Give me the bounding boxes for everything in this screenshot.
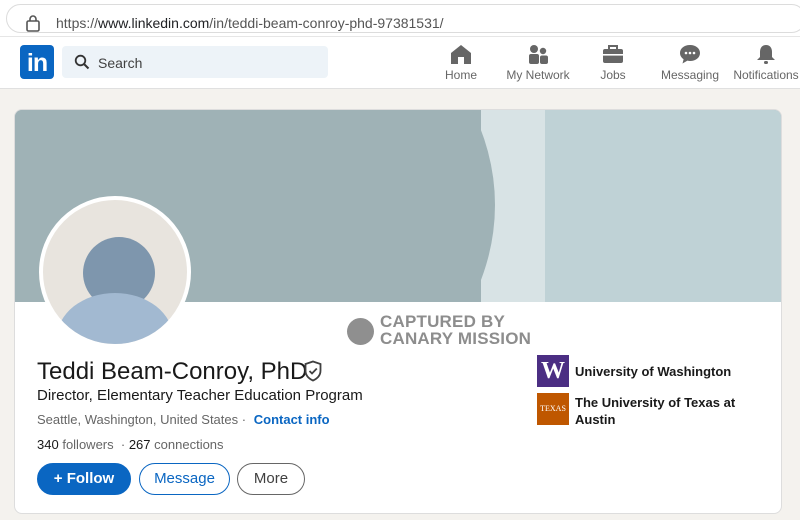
nav-jobs-label: Jobs: [600, 68, 626, 82]
connections-label: connections: [154, 437, 224, 452]
linkedin-logo[interactable]: in: [20, 45, 54, 79]
stats-separator: ·: [120, 437, 126, 452]
bell-icon: [757, 45, 775, 64]
follow-button[interactable]: + Follow: [37, 463, 131, 495]
watermark-text: CAPTURED BY CANARY MISSION: [380, 313, 531, 347]
browser-url-bar: https://www.linkedin.com/in/teddi-beam-c…: [0, 0, 800, 37]
profile-location: Seattle, Washington, United States: [37, 412, 239, 427]
connections-count: 267: [128, 437, 151, 452]
location-separator: ·: [241, 412, 247, 427]
ut-logo: TEXAS: [537, 393, 569, 425]
contact-info-link[interactable]: Contact info: [254, 412, 330, 427]
education-name: The University of Texas at Austin: [575, 395, 736, 427]
verified-shield-icon[interactable]: [303, 360, 323, 382]
nav-notifications[interactable]: Notifications: [733, 43, 799, 85]
watermark-line-1: CAPTURED BY: [380, 312, 505, 331]
nav-messaging[interactable]: Messaging: [660, 43, 720, 85]
canary-mission-watermark: CAPTURED BY CANARY MISSION: [347, 313, 567, 349]
briefcase-icon: [603, 45, 623, 63]
nav-jobs[interactable]: Jobs: [594, 43, 632, 85]
followers-label: followers: [62, 437, 114, 452]
stats-row: 340 followers · 267 connections: [37, 437, 224, 452]
education-name: University of Washington: [575, 364, 732, 379]
search-input[interactable]: Search: [62, 46, 328, 78]
nav-home-label: Home: [444, 68, 477, 82]
banner-panel-right: [543, 110, 781, 302]
message-button[interactable]: Message: [139, 463, 230, 495]
url-text[interactable]: https://www.linkedin.com/in/teddi-beam-c…: [56, 15, 444, 31]
top-nav: in Search Home My Network Jobs Messaging…: [0, 37, 800, 89]
nav-my-network[interactable]: My Network: [503, 43, 573, 85]
location-row: Seattle, Washington, United States · Con…: [37, 412, 330, 427]
search-placeholder: Search: [98, 55, 143, 71]
profile-avatar[interactable]: [39, 196, 191, 348]
chat-icon: [680, 45, 700, 64]
followers-count: 340: [37, 437, 59, 452]
profile-headline: Director, Elementary Teacher Education P…: [37, 387, 363, 404]
nav-home[interactable]: Home: [438, 43, 484, 85]
profile-name: Teddi Beam-Conroy, PhD: [37, 358, 308, 385]
more-button[interactable]: More: [237, 463, 305, 495]
home-icon: [451, 45, 471, 64]
nav-messaging-label: Messaging: [660, 68, 720, 82]
uw-logo: W: [537, 355, 569, 387]
search-icon: [74, 54, 90, 70]
canary-logo-icon: [347, 318, 374, 345]
lock-icon: [26, 15, 40, 32]
nav-my-network-label: My Network: [506, 68, 570, 82]
profile-card: CAPTURED BY CANARY MISSION Teddi Beam-Co…: [14, 109, 782, 514]
network-icon: [529, 45, 548, 64]
address-field[interactable]: https://www.linkedin.com/in/teddi-beam-c…: [6, 4, 800, 33]
nav-notifications-label: Notifications: [733, 68, 799, 82]
watermark-line-2: CANARY MISSION: [380, 329, 532, 348]
avatar-shoulders: [57, 293, 173, 344]
